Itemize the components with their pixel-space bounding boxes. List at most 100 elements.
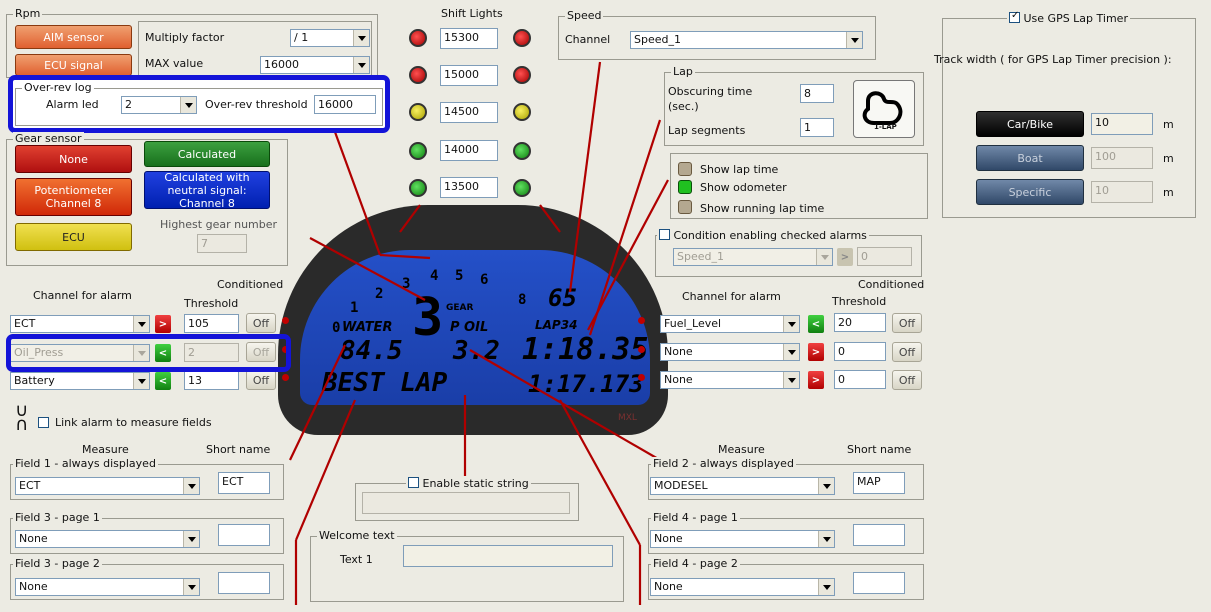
aim-sensor-button[interactable]: AIM sensor [15,25,132,49]
field2-value: MODESEL [654,479,708,492]
static-string-checkbox[interactable] [408,477,419,488]
field1-value: ECT [19,479,41,492]
condition-channel-select[interactable]: Speed_1 [673,248,833,266]
track-lap-button[interactable]: 1-LAP [853,80,915,138]
link-alarm-checkbox[interactable] [38,417,49,428]
right-alarm-off-button[interactable]: Off [892,313,922,333]
right-alarm-operator-button[interactable]: < [808,315,824,333]
right-alarm-threshold-input[interactable]: 0 [834,342,886,361]
field3p2-short-input[interactable] [218,572,270,594]
chevron-down-icon[interactable] [183,531,199,547]
ecu-signal-button[interactable]: ECU signal [15,54,132,76]
chevron-down-icon[interactable] [133,373,149,389]
right-alarm-channel-select[interactable]: None [660,343,800,361]
field3p2-select[interactable]: None [15,578,200,596]
chevron-down-icon[interactable] [783,344,799,360]
field3p1-short-input[interactable] [218,524,270,546]
right-alarm-off-button[interactable]: Off [892,342,922,362]
shift-light-input[interactable]: 14500 [440,102,498,123]
left-alarm-channel-select[interactable]: ECT [10,315,150,333]
gear-none-button[interactable]: None [15,145,132,173]
right-alarm-channel-select[interactable]: Fuel_Level [660,315,800,333]
gear-ecu-button[interactable]: ECU [15,223,132,251]
left-alarm-operator-button[interactable]: < [155,372,171,390]
gear-potentiometer-button[interactable]: Potentiometer Channel 8 [15,178,132,216]
field4p1-short-input[interactable] [853,524,905,546]
field3p2-value: None [19,580,48,593]
chevron-down-icon[interactable] [816,249,832,265]
running-lap-toggle[interactable] [678,200,692,214]
text1-input[interactable] [403,545,613,567]
gps-checkbox[interactable]: ✓ [1009,10,1020,23]
right-alarm-operator-button[interactable]: > [808,371,824,389]
shift-light-input[interactable]: 14000 [440,140,498,161]
left-alarm-off-button[interactable]: Off [246,370,276,390]
lap-time-toggle[interactable] [678,162,692,176]
field4p1-legend: Field 4 - page 1 [651,511,740,524]
boat-button[interactable]: Boat [976,145,1084,171]
left-alarm-channel-value: ECT [14,317,36,330]
chevron-down-icon[interactable] [353,30,369,46]
chevron-down-icon[interactable] [783,372,799,388]
field3p1-select[interactable]: None [15,530,200,548]
field4p2-short-input[interactable] [853,572,905,594]
static-string-input[interactable] [362,492,570,514]
obscuring-time-input[interactable]: 8 [800,84,834,103]
max-value-select[interactable]: 16000 [260,56,370,74]
car-bike-width-input[interactable]: 10 [1091,113,1153,135]
right-alarm-channel-select[interactable]: None [660,371,800,389]
shift-light-input[interactable]: 13500 [440,177,498,198]
right-channel-header: Channel for alarm [682,290,781,303]
specific-button[interactable]: Specific [976,179,1084,205]
lap-segments-input[interactable]: 1 [800,118,834,137]
left-alarm-channel-select[interactable]: Battery [10,372,150,390]
boat-width-input[interactable]: 100 [1091,147,1153,169]
chevron-down-icon[interactable] [183,579,199,595]
field4p2-select[interactable]: None [650,578,835,596]
field2-short-input[interactable]: MAP [853,472,905,494]
show-running-lap-time-label: Show running lap time [700,202,825,215]
right-alarm-operator-button[interactable]: > [808,343,824,361]
shift-light-input[interactable]: 15300 [440,28,498,49]
chevron-down-icon[interactable] [353,57,369,73]
alarm-led [638,374,645,381]
lap-legend: Lap [671,65,695,78]
right-alarm-channel-value: Fuel_Level [664,317,722,330]
shift-light-input[interactable]: 15000 [440,65,498,86]
highest-gear-input[interactable]: 7 [197,234,247,253]
odometer-toggle[interactable] [678,180,692,194]
chevron-down-icon[interactable] [818,579,834,595]
condition-operator-button[interactable]: > [837,248,853,266]
chevron-down-icon[interactable] [183,478,199,494]
field4p1-select[interactable]: None [650,530,835,548]
left-alarm-threshold-input[interactable]: 13 [184,371,239,390]
field1-select[interactable]: ECT [15,477,200,495]
left-alarm-off-button[interactable]: Off [246,313,276,333]
left-threshold-header: Threshold [184,297,239,310]
speed-channel-label: Channel [565,33,611,46]
left-short-name-header: Short name [206,443,271,456]
car-bike-button[interactable]: Car/Bike [976,111,1084,137]
chevron-down-icon[interactable] [818,478,834,494]
field3p1-value: None [19,532,48,545]
right-alarm-off-button[interactable]: Off [892,370,922,390]
condition-value-input[interactable]: 0 [857,247,912,266]
left-alarm-operator-button[interactable]: > [155,315,171,333]
chevron-down-icon[interactable] [846,32,862,48]
chevron-down-icon[interactable] [818,531,834,547]
condition-checkbox[interactable] [659,229,670,240]
specific-width-input[interactable]: 10 [1091,181,1153,203]
highlight-oil-press [6,334,291,372]
gear-calculated-button[interactable]: Calculated [144,141,270,167]
obscuring-time-label: Obscuring time (sec.) [668,85,753,113]
right-alarm-threshold-input[interactable]: 20 [834,313,886,332]
field2-select[interactable]: MODESEL [650,477,835,495]
speed-channel-select[interactable]: Speed_1 [630,31,863,49]
chevron-down-icon[interactable] [783,316,799,332]
chevron-down-icon[interactable] [133,316,149,332]
right-alarm-threshold-input[interactable]: 0 [834,370,886,389]
field1-short-input[interactable]: ECT [218,472,270,494]
left-alarm-threshold-input[interactable]: 105 [184,314,239,333]
gear-calculated-neutral-button[interactable]: Calculated with neutral signal: Channel … [144,171,270,210]
multiply-factor-select[interactable]: / 1 [290,29,370,47]
